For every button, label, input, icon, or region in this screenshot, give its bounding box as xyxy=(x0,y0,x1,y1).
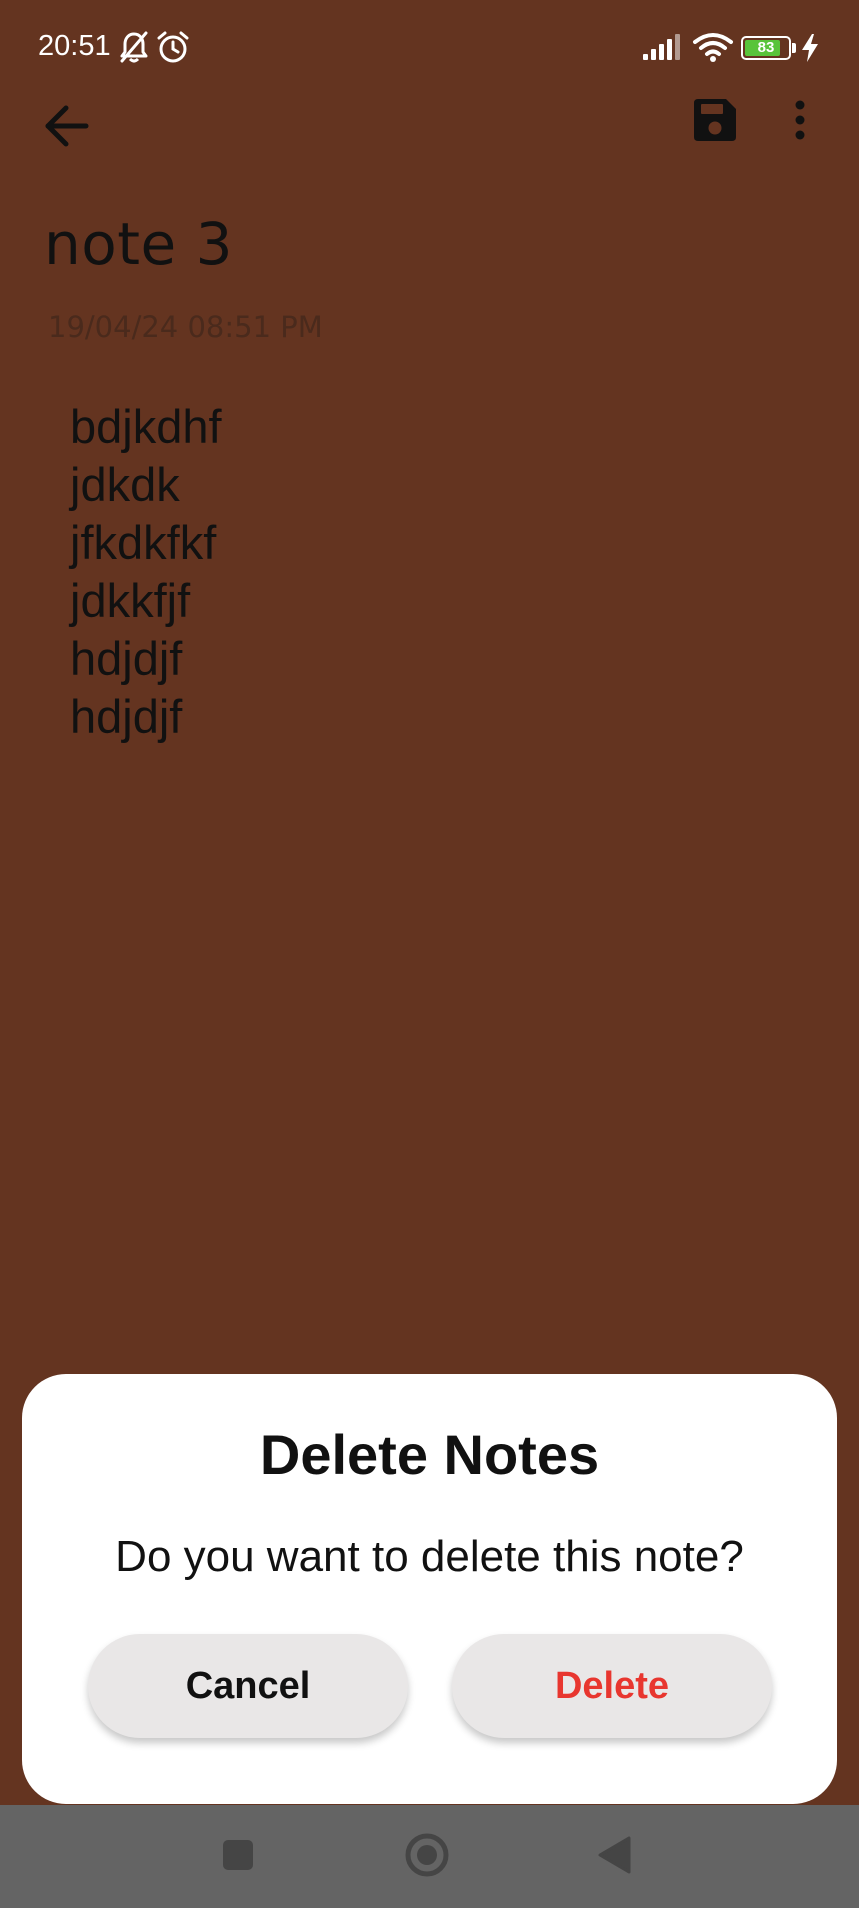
system-back-button[interactable] xyxy=(588,1831,640,1883)
alarm-clock-icon xyxy=(156,30,190,69)
wifi-icon xyxy=(692,32,734,67)
back-triangle-icon xyxy=(597,1836,631,1879)
battery-percent: 83 xyxy=(757,39,775,56)
dialog-message: Do you want to delete this note? xyxy=(115,1532,744,1581)
save-icon xyxy=(694,98,736,146)
note-date: 19/04/24 08:51 PM xyxy=(48,310,323,344)
back-button[interactable] xyxy=(34,96,98,160)
signal-icon xyxy=(643,34,683,65)
home-button[interactable] xyxy=(401,1831,453,1883)
note-body[interactable]: bdjkdhf jdkdk jfkdkfkf jdkkfjf hdjdjf hd… xyxy=(70,398,770,746)
more-vertical-icon xyxy=(794,100,806,145)
back-arrow-icon xyxy=(42,104,90,153)
home-circle-icon xyxy=(404,1832,450,1883)
status-bar: 20:51 83 xyxy=(0,0,859,96)
battery-tip xyxy=(792,43,796,53)
status-time: 20:51 xyxy=(38,30,111,62)
recents-button[interactable] xyxy=(212,1831,264,1883)
save-button[interactable] xyxy=(683,90,747,154)
more-options-button[interactable] xyxy=(768,90,832,154)
cancel-button[interactable]: Cancel xyxy=(88,1634,408,1738)
delete-button[interactable]: Delete xyxy=(452,1634,772,1738)
battery-icon: 83 xyxy=(741,36,791,60)
charging-bolt-icon xyxy=(801,34,819,67)
bell-muted-icon xyxy=(118,30,150,69)
navigation-bar xyxy=(0,1805,859,1908)
delete-dialog: Delete Notes Do you want to delete this … xyxy=(22,1374,837,1804)
recents-square-icon xyxy=(222,1839,254,1876)
dialog-title: Delete Notes xyxy=(259,1423,600,1486)
note-title[interactable]: note 3 xyxy=(44,210,233,278)
